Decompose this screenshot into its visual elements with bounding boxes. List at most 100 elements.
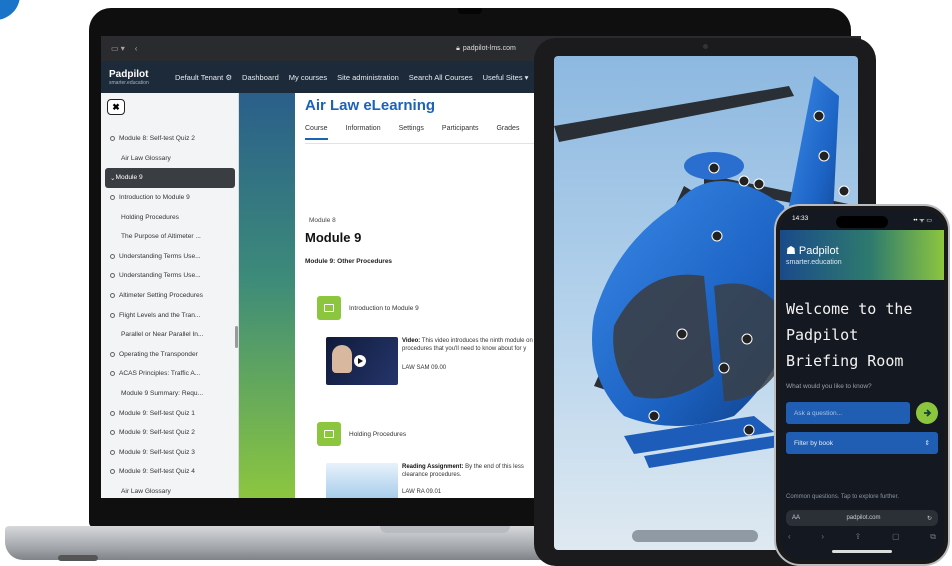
phone-screen: 14:33 •• ᯤ ▭ ☗ Padpilot smarter.educatio… bbox=[780, 210, 944, 560]
tab-course[interactable]: Course bbox=[305, 125, 328, 140]
sidebar-item-label: Flight Levels and the Tran... bbox=[119, 311, 201, 319]
sidebar-scrollbar[interactable] bbox=[235, 326, 238, 348]
sidebar-item-label: Air Law Glossary bbox=[121, 154, 171, 162]
sidebar-item-label: Operating the Transponder bbox=[119, 350, 198, 358]
forward-icon[interactable]: › bbox=[821, 532, 824, 542]
completion-circle-icon[interactable] bbox=[110, 430, 115, 436]
phone-address-bar[interactable]: AA padpilot.com ↻ bbox=[786, 510, 938, 526]
bookmarks-icon[interactable]: ▢ bbox=[892, 532, 900, 542]
completion-circle-icon[interactable] bbox=[110, 371, 115, 377]
completion-circle-icon[interactable] bbox=[110, 136, 115, 142]
filter-label: Filter by book bbox=[794, 439, 834, 447]
address-text: padpilot-lms.com bbox=[462, 45, 516, 52]
sidebar-item[interactable]: Module 9: Self-test Quiz 4 bbox=[101, 462, 238, 482]
module-kicker: Module 8 bbox=[309, 217, 336, 224]
phone-status-icons: •• ᯤ ▭ bbox=[913, 218, 932, 224]
activity-page-icon-2 bbox=[317, 422, 341, 446]
course-tabs: Course Information Settings Participants… bbox=[305, 125, 519, 140]
sidebar-toggle-icon[interactable]: ▭ ▾ bbox=[111, 44, 125, 53]
video-thumbnail[interactable] bbox=[326, 337, 398, 385]
sidebar-item[interactable]: Module 9 Summary: Requ... bbox=[101, 384, 238, 404]
lock-icon: 🔒︎ bbox=[456, 44, 460, 52]
nav-useful-sites[interactable]: Useful Sites ▾ bbox=[483, 73, 529, 82]
sidebar-item[interactable]: Flight Levels and the Tran... bbox=[101, 305, 238, 325]
brand-logo[interactable]: Padpilot smarter.education bbox=[109, 69, 171, 86]
text-size-icon[interactable]: AA bbox=[792, 515, 800, 521]
sidebar-item[interactable]: Air Law Glossary bbox=[101, 149, 238, 169]
course-title: Air Law eLearning bbox=[305, 97, 436, 114]
reading-code: LAW RA 09.01 bbox=[402, 489, 442, 495]
activity-holding-link[interactable]: Holding Procedures bbox=[349, 431, 406, 438]
completion-circle-icon[interactable] bbox=[110, 195, 115, 201]
reload-icon[interactable]: ↻ bbox=[927, 515, 932, 522]
video-description: Video: This video introduces the ninth m… bbox=[402, 338, 533, 352]
sidebar-item[interactable]: Holding Procedures bbox=[101, 207, 238, 227]
share-icon[interactable]: ⇪ bbox=[855, 532, 862, 542]
tab-information[interactable]: Information bbox=[346, 125, 381, 140]
sidebar-item-label: Parallel or Near Parallel In... bbox=[121, 331, 204, 339]
phone-brand-tagline: smarter.education bbox=[786, 259, 842, 266]
sidebar-item[interactable]: ACAS Principles: Traffic A... bbox=[101, 364, 238, 384]
tab-settings[interactable]: Settings bbox=[399, 125, 424, 140]
sidebar-item-label: Module 9 Summary: Requ... bbox=[121, 390, 204, 398]
sidebar-item[interactable]: The Purpose of Altimeter ... bbox=[101, 227, 238, 247]
completion-circle-icon[interactable] bbox=[110, 312, 115, 318]
tab-grades[interactable]: Grades bbox=[496, 125, 519, 140]
home-indicator[interactable] bbox=[832, 550, 892, 553]
completion-circle-icon[interactable] bbox=[110, 410, 115, 416]
sidebar-item[interactable]: Module 9: Self-test Quiz 1 bbox=[101, 403, 238, 423]
sidebar-item[interactable]: Introduction to Module 9 bbox=[101, 188, 238, 208]
reading-description: Reading Assignment: By the end of this l… bbox=[402, 464, 524, 478]
nav-site-admin[interactable]: Site administration bbox=[337, 73, 399, 82]
common-questions-hint: Common questions. Tap to explore further… bbox=[786, 494, 899, 500]
completion-circle-icon[interactable] bbox=[110, 273, 115, 279]
nav-search-courses[interactable]: Search All Courses bbox=[409, 73, 473, 82]
dynamic-island bbox=[836, 216, 888, 228]
module-subtitle: Module 9: Other Procedures bbox=[305, 258, 393, 265]
sidebar-item[interactable]: Understanding Terms Use... bbox=[101, 266, 238, 286]
sidebar-item-label: Understanding Terms Use... bbox=[119, 272, 201, 280]
play-icon[interactable] bbox=[354, 355, 366, 367]
sidebar-section-module-9[interactable]: ⌄ Module 9 bbox=[105, 168, 235, 188]
question-input[interactable]: Ask a question... bbox=[786, 402, 910, 424]
completion-circle-icon[interactable] bbox=[110, 351, 115, 357]
presenter-image bbox=[332, 345, 352, 373]
sidebar-item[interactable]: Altimeter Setting Procedures bbox=[101, 286, 238, 306]
tablet-camera bbox=[703, 44, 708, 49]
back-icon[interactable]: ‹ bbox=[135, 44, 138, 53]
nav-tenant[interactable]: Default Tenant ⚙ bbox=[175, 73, 232, 82]
completion-circle-icon[interactable] bbox=[110, 469, 115, 475]
tabs-icon[interactable]: ⧉ bbox=[930, 532, 936, 542]
sidebar-item[interactable]: Operating the Transponder bbox=[101, 345, 238, 365]
completion-circle-icon[interactable] bbox=[110, 449, 115, 455]
sidebar-item[interactable]: Module 9: Self-test Quiz 2 bbox=[101, 423, 238, 443]
activity-page-icon bbox=[317, 296, 341, 320]
sidebar-item[interactable]: Air Law Glossary bbox=[101, 482, 238, 498]
nav-my-courses[interactable]: My courses bbox=[289, 73, 327, 82]
sidebar-item-label: The Purpose of Altimeter ... bbox=[121, 233, 201, 241]
back-icon[interactable]: ‹ bbox=[788, 532, 791, 542]
sidebar-item-label: Module 8: Self-test Quiz 2 bbox=[119, 135, 195, 143]
close-sidebar-button[interactable]: ✖ bbox=[107, 99, 125, 115]
device-mockup-scene: ▭ ▾ ‹ 🔒︎ padpilot-lms.com Padpilot smart… bbox=[0, 0, 952, 566]
sidebar-item-label: Altimeter Setting Procedures bbox=[119, 292, 203, 300]
sidebar-item[interactable]: Module 9: Self-test Quiz 3 bbox=[101, 443, 238, 463]
question-prompt: What would you like to know? bbox=[786, 383, 872, 390]
completion-circle-icon[interactable] bbox=[110, 253, 115, 259]
sidebar-item[interactable]: Module 8: Self-test Quiz 2 bbox=[101, 129, 238, 149]
completion-circle-icon[interactable] bbox=[110, 293, 115, 299]
activity-intro-link[interactable]: Introduction to Module 9 bbox=[349, 305, 419, 312]
filter-by-book-select[interactable]: Filter by book ⇕ bbox=[786, 432, 938, 454]
sidebar-item[interactable]: Parallel or Near Parallel In... bbox=[101, 325, 238, 345]
submit-arrow-button[interactable] bbox=[916, 402, 938, 424]
sidebar-item-label: Understanding Terms Use... bbox=[119, 252, 201, 260]
tablet-url-bar[interactable] bbox=[632, 530, 758, 542]
corner-decoration bbox=[0, 0, 20, 20]
reading-thumbnail[interactable] bbox=[326, 463, 398, 498]
welcome-heading: Welcome to the Padpilot Briefing Room bbox=[786, 300, 913, 370]
sidebar-item[interactable]: Understanding Terms Use... bbox=[101, 247, 238, 267]
nav-dashboard[interactable]: Dashboard bbox=[242, 73, 279, 82]
sidebar-item-label: ACAS Principles: Traffic A... bbox=[119, 370, 201, 378]
sidebar-item-label: Module 9: Self-test Quiz 1 bbox=[119, 409, 195, 417]
tab-participants[interactable]: Participants bbox=[442, 125, 479, 140]
